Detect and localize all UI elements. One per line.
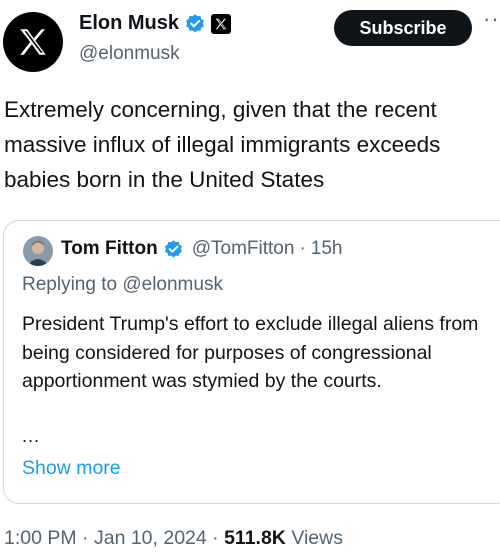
author-display-name[interactable]: Elon Musk <box>79 12 179 35</box>
tweet-metadata: 1:00 PM · Jan 10, 2024 · 511.8K Views <box>4 527 343 550</box>
truncation-ellipsis: ... <box>22 426 41 446</box>
more-options-icon[interactable]: ··· <box>483 6 500 32</box>
quoted-author-row: Tom Fitton @TomFitton · 15h <box>61 238 342 260</box>
quoted-tweet[interactable]: Tom Fitton @TomFitton · 15h Replying to … <box>3 220 500 504</box>
tweet-header: Elon Musk @elonmusk Subscribe ··· <box>0 0 500 80</box>
x-logo-icon[interactable] <box>211 13 232 34</box>
separator: · <box>212 527 219 549</box>
tweet-time[interactable]: 1:00 PM <box>4 527 77 549</box>
quoted-tweet-text: President Trump's effort to exclude ille… <box>22 313 479 392</box>
author-name-row: Elon Musk <box>79 12 232 35</box>
verified-badge-icon[interactable] <box>184 13 206 35</box>
avatar[interactable] <box>23 236 53 266</box>
author-handle[interactable]: @elonmusk <box>79 43 180 65</box>
replying-to: Replying to @elonmusk <box>22 274 223 296</box>
views-label: Views <box>291 527 343 549</box>
views-count: 511.8K <box>224 527 286 549</box>
quoted-handle[interactable]: @TomFitton <box>192 238 295 260</box>
replying-prefix: Replying to <box>22 274 118 295</box>
show-more-link[interactable]: Show more <box>22 457 121 480</box>
quoted-timestamp[interactable]: 15h <box>311 238 343 260</box>
tweet-text: Extremely concerning, given that the rec… <box>4 97 441 192</box>
tweet-date[interactable]: Jan 10, 2024 <box>94 527 207 549</box>
replying-mention[interactable]: @elonmusk <box>122 274 223 295</box>
x-logo-icon <box>20 29 46 55</box>
subscribe-button[interactable]: Subscribe <box>334 10 472 46</box>
separator: · <box>82 527 89 549</box>
verified-badge-icon <box>164 239 182 257</box>
quoted-display-name[interactable]: Tom Fitton <box>61 238 158 260</box>
separator: · <box>299 238 306 259</box>
avatar[interactable] <box>3 12 63 72</box>
